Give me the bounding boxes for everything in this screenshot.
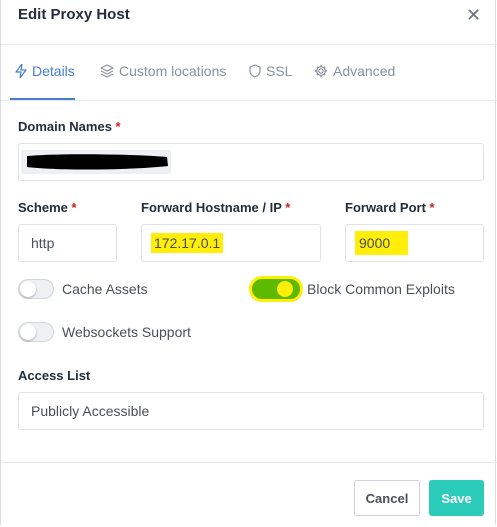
redaction-mark: [21, 150, 171, 174]
block-exploits-toggle[interactable]: [249, 276, 303, 302]
forward-port-value: 9000: [355, 231, 409, 255]
modal-title: Edit Proxy Host: [18, 6, 130, 23]
tab-details-label: Details: [32, 63, 75, 79]
access-list-value: Publicly Accessible: [31, 403, 150, 419]
modal-footer: Cancel Save: [1, 462, 497, 527]
tab-details[interactable]: Details: [15, 63, 75, 79]
access-list-select[interactable]: Publicly Accessible: [18, 392, 484, 430]
required-mark: *: [429, 200, 435, 215]
layers-icon: [100, 64, 114, 78]
bolt-icon: [15, 64, 27, 78]
tab-custom-locations[interactable]: Custom locations: [100, 63, 226, 79]
forward-port-label-text: Forward Port: [345, 200, 426, 215]
tab-ssl[interactable]: SSL: [249, 63, 292, 79]
scheme-value: http: [31, 235, 55, 251]
toggle-knob: [20, 281, 36, 297]
domain-names-label: Domain Names *: [18, 119, 121, 134]
scheme-label-text: Scheme: [18, 200, 68, 215]
required-mark: *: [71, 200, 77, 215]
tab-custom-locations-label: Custom locations: [119, 63, 227, 79]
modal-dialog: Edit Proxy Host ✕ Details Custom locatio…: [0, 0, 497, 527]
domain-names-label-text: Domain Names: [18, 119, 112, 134]
forward-port-input[interactable]: 9000: [345, 224, 484, 262]
required-mark: *: [115, 119, 121, 134]
save-button[interactable]: Save: [429, 480, 484, 516]
scheme-input[interactable]: http: [18, 224, 117, 262]
close-icon[interactable]: ✕: [466, 5, 481, 26]
websockets-label: Websockets Support: [62, 324, 191, 340]
tab-advanced[interactable]: Advanced: [314, 63, 395, 79]
access-list-label: Access List: [18, 368, 91, 383]
block-exploits-label: Block Common Exploits: [307, 281, 455, 297]
websockets-toggle[interactable]: [18, 322, 54, 342]
active-tab-indicator: [10, 98, 75, 100]
forward-hostname-label-text: Forward Hostname / IP: [141, 200, 282, 215]
scheme-label: Scheme *: [18, 200, 77, 215]
toggle-knob: [277, 281, 293, 297]
forward-hostname-value: 172.17.0.1: [151, 233, 224, 253]
forward-port-label: Forward Port *: [345, 200, 435, 215]
tab-ssl-label: SSL: [266, 63, 293, 79]
required-mark: *: [285, 200, 291, 215]
shield-icon: [249, 64, 261, 78]
tab-bar: Details Custom locations SSL Advanced: [1, 45, 497, 101]
forward-hostname-input[interactable]: 172.17.0.1: [141, 224, 321, 262]
tab-advanced-label: Advanced: [333, 63, 396, 79]
modal-header: Edit Proxy Host ✕: [1, 0, 497, 45]
cancel-button[interactable]: Cancel: [354, 480, 420, 516]
gear-icon: [315, 65, 327, 77]
cache-assets-toggle[interactable]: [18, 279, 54, 299]
toggle-knob: [20, 324, 36, 340]
forward-hostname-label: Forward Hostname / IP *: [141, 200, 290, 215]
cache-assets-label: Cache Assets: [62, 281, 148, 297]
